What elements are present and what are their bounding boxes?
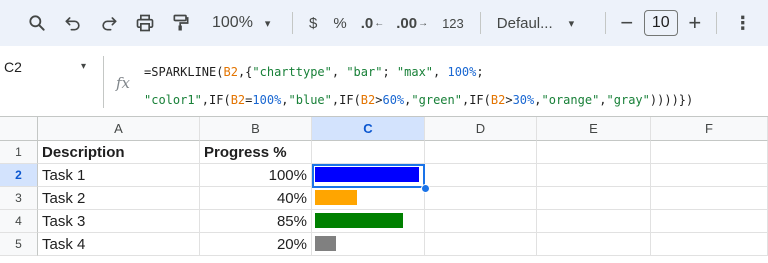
print-button[interactable] [130, 8, 160, 38]
formula-line-1: =SPARKLINE(B2,{"charttype", "bar"; "max"… [144, 65, 484, 79]
increase-decimal-button[interactable]: .00 → [390, 8, 434, 38]
cell-E3[interactable] [537, 187, 651, 210]
search-menus-button[interactable] [22, 8, 52, 38]
column-header-e[interactable]: E [537, 117, 651, 141]
cell-D5[interactable] [425, 233, 537, 256]
row-header-3[interactable]: 3 [0, 187, 38, 210]
formula-input[interactable]: =SPARKLINE(B2,{"charttype", "bar"; "max"… [144, 58, 764, 114]
sparkline-bar [315, 190, 357, 205]
decrease-decimal-button[interactable]: .0 ← [355, 8, 391, 38]
cell-B3[interactable]: 40% [200, 187, 312, 210]
chevron-down-icon: ▾ [264, 17, 271, 30]
font-size-input[interactable]: 10 [643, 10, 678, 36]
redo-button[interactable] [94, 8, 124, 38]
cell-F3[interactable] [651, 187, 768, 210]
column-header-f[interactable]: F [651, 117, 768, 141]
formula-line-2: "color1",IF(B2=100%,"blue",IF(B2>60%,"gr… [144, 93, 694, 107]
cell-C2[interactable] [312, 164, 425, 187]
cell-E4[interactable] [537, 210, 651, 233]
cell-A4[interactable]: Task 3 [38, 210, 200, 233]
cell-B5[interactable]: 20% [200, 233, 312, 256]
decrease-decimal-icon: .0 [360, 14, 374, 32]
row-header-5[interactable]: 5 [0, 233, 38, 256]
undo-icon [65, 17, 80, 31]
cell-B2[interactable]: 100% [200, 164, 312, 187]
cell-F4[interactable] [651, 210, 768, 233]
more-options-button[interactable]: ⋮ [731, 8, 755, 38]
cell-B1[interactable]: Progress % [200, 141, 312, 164]
percent-format-button[interactable]: % [325, 8, 354, 38]
sparkline-bar [315, 167, 419, 182]
chevron-down-icon: ▾ [568, 17, 575, 30]
increase-font-size-button[interactable]: + [682, 8, 708, 38]
cell-C3[interactable] [312, 187, 425, 210]
zoom-value: 100% [212, 14, 253, 31]
zoom-select[interactable]: 100% ▾ [206, 8, 284, 38]
cell-F5[interactable] [651, 233, 768, 256]
cell-A3[interactable]: Task 2 [38, 187, 200, 210]
cell-E1[interactable] [537, 141, 651, 164]
name-box-value: C2 [4, 59, 22, 75]
print-icon [136, 14, 154, 32]
currency-format-button[interactable]: $ [301, 8, 325, 38]
column-header-a[interactable]: A [38, 117, 200, 141]
cell-F2[interactable] [651, 164, 768, 187]
cell-E5[interactable] [537, 233, 651, 256]
cell-D4[interactable] [425, 210, 537, 233]
paint-format-button[interactable] [166, 8, 196, 38]
fx-icon: fx [116, 74, 131, 92]
decrease-font-size-button[interactable]: − [614, 8, 640, 38]
toolbar-divider [604, 12, 606, 34]
column-header-b[interactable]: B [200, 117, 312, 141]
font-family-value: Defaul... [496, 14, 553, 32]
fill-handle[interactable] [421, 184, 430, 193]
formula-bar-divider [103, 56, 104, 108]
sparkline-bar [315, 213, 403, 228]
cell-C5[interactable] [312, 233, 425, 256]
row-header-4[interactable]: 4 [0, 210, 38, 233]
name-box[interactable]: C2 ▾ [0, 52, 100, 82]
sparkline-bar [315, 236, 336, 251]
cell-B4[interactable]: 85% [200, 210, 312, 233]
select-all-corner[interactable] [0, 117, 38, 141]
column-header-d[interactable]: D [425, 117, 537, 141]
font-family-select[interactable]: Defaul... ▾ [489, 8, 597, 38]
cell-C4[interactable] [312, 210, 425, 233]
toolbar-divider [292, 12, 293, 34]
redo-icon [102, 17, 117, 31]
paint-format-icon [173, 14, 189, 31]
cell-A1[interactable]: Description [38, 141, 200, 164]
cell-D2[interactable] [425, 164, 537, 187]
toolbar-divider [479, 12, 481, 34]
cell-D3[interactable] [425, 187, 537, 210]
cell-A5[interactable]: Task 4 [38, 233, 200, 256]
cell-E2[interactable] [537, 164, 651, 187]
cell-D1[interactable] [425, 141, 537, 164]
cell-F1[interactable] [651, 141, 768, 164]
increase-decimal-icon: .00 [396, 14, 418, 32]
undo-button[interactable] [58, 8, 88, 38]
cell-A2[interactable]: Task 1 [38, 164, 200, 187]
chevron-down-icon: ▾ [81, 61, 87, 72]
row-header-2[interactable]: 2 [0, 164, 38, 187]
formula-bar: C2 ▾ fx =SPARKLINE(B2,{"charttype", "bar… [0, 52, 768, 112]
cell-C1[interactable] [312, 141, 425, 164]
toolbar: 100% ▾ $ % .0 ← .00 → 123 Defaul... ▾ − 10… [0, 0, 768, 46]
column-header-c[interactable]: C [312, 117, 425, 141]
search-icon [29, 15, 45, 31]
toolbar-divider [715, 12, 717, 34]
more-formats-button[interactable]: 123 [434, 8, 472, 38]
row-header-1[interactable]: 1 [0, 141, 38, 164]
